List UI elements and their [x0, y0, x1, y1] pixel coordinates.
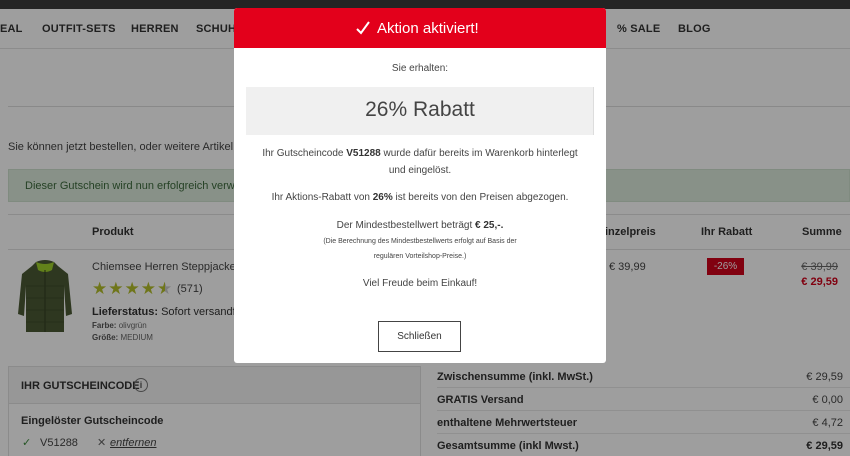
modal-received-label: Sie erhalten: [391, 63, 449, 74]
promotion-modal: Aktion aktiviert! Sie erhalten: 26% Raba… [234, 8, 606, 363]
discount-amount: 26% Rabatt [365, 98, 475, 121]
check-icon [356, 21, 370, 35]
voucher-info-text: Ihr Gutscheincode V51288 wurde dafür ber… [262, 148, 578, 176]
enjoy-text: Viel Freude beim Einkauf! [362, 278, 478, 289]
minimum-order-text: Der Mindestbestellwert beträgt € 25,-. [336, 220, 504, 231]
modal-header: Aktion aktiviert! [234, 8, 606, 48]
modal-title: Aktion aktiviert! [377, 20, 479, 37]
action-discount-text: Ihr Aktions-Rabatt von 26% ist bereits v… [271, 192, 569, 203]
discount-banner: 26% Rabatt [246, 87, 594, 135]
calculation-note: (Die Berechnung des Mindestbestellwerts … [323, 238, 517, 260]
close-button[interactable]: Schließen [378, 321, 461, 352]
